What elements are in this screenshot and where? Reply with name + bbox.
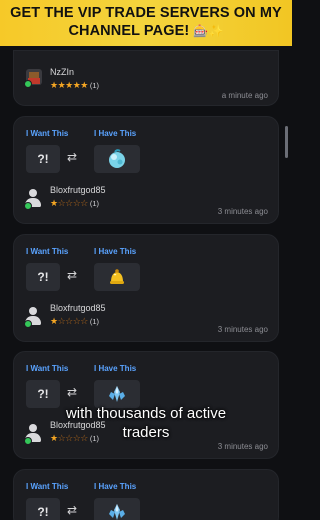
online-status-icon xyxy=(24,202,32,210)
trader-info[interactable]: Bloxfrutgod85 ★☆☆☆☆ (1) xyxy=(24,185,224,219)
rating-count: (1) xyxy=(89,199,100,208)
trade-card[interactable]: I Want This I Have This ?! ⇄ Bloxfrutgod… xyxy=(13,234,279,342)
rating-stars-filled: ★ xyxy=(50,198,58,208)
rating-stars: ★★★★★ xyxy=(50,80,88,90)
trader-username[interactable]: Bloxfrutgod85 xyxy=(50,303,106,313)
blue-orb-fruit-icon xyxy=(109,149,125,168)
rating-stars-empty: ☆☆☆☆ xyxy=(57,316,89,326)
ice-crystal-fruit-icon xyxy=(109,504,125,520)
trade-card[interactable]: I Want This I Have This ?! ⇄ xyxy=(13,469,279,520)
swap-arrows-icon: ⇄ xyxy=(67,385,78,399)
post-time: a minute ago xyxy=(221,91,268,100)
trader-username[interactable]: NzZIn xyxy=(50,67,74,77)
banner-line-2: CHANNEL PAGE! xyxy=(68,23,190,39)
want-item-slot[interactable]: ?! xyxy=(26,145,60,173)
want-label: I Want This xyxy=(26,364,69,373)
trader-username[interactable]: Bloxfrutgod85 xyxy=(50,185,106,195)
have-item-slot[interactable] xyxy=(94,145,140,173)
rating-count: (1) xyxy=(89,81,100,90)
have-item-slot[interactable] xyxy=(94,498,140,520)
have-item-slot[interactable] xyxy=(94,263,140,291)
post-time: 3 minutes ago xyxy=(217,442,268,451)
have-label: I Have This xyxy=(94,482,137,491)
ice-crystal-fruit-icon xyxy=(109,386,125,402)
want-label: I Want This xyxy=(26,482,69,491)
rating-stars-empty: ☆☆☆☆ xyxy=(57,198,89,208)
video-caption: with thousands of active traders xyxy=(0,404,292,442)
want-item-slot[interactable]: ?! xyxy=(26,498,60,520)
trader-info[interactable]: NzZIn ★★★★★ (1) xyxy=(24,67,224,101)
want-label: I Want This xyxy=(26,129,69,138)
swap-arrows-icon: ⇄ xyxy=(67,150,78,164)
avatar xyxy=(24,67,44,89)
have-label: I Have This xyxy=(94,247,137,256)
trader-info[interactable]: Bloxfrutgod85 ★☆☆☆☆ (1) xyxy=(24,303,224,337)
caption-line-1: with thousands of active xyxy=(65,405,227,422)
yellow-bell-fruit-icon xyxy=(110,269,124,284)
online-status-icon xyxy=(24,80,32,88)
post-time: 3 minutes ago xyxy=(217,325,268,334)
want-item-slot[interactable]: ?! xyxy=(26,263,60,291)
post-time: 3 minutes ago xyxy=(217,207,268,216)
default-avatar-icon xyxy=(29,307,37,315)
trader-rating: ★★★★★ (1) xyxy=(50,80,99,91)
want-label: I Want This xyxy=(26,247,69,256)
have-label: I Have This xyxy=(94,129,137,138)
avatar xyxy=(24,307,42,328)
trader-rating: ★☆☆☆☆ (1) xyxy=(50,198,99,209)
caption-line-2: traders xyxy=(122,424,170,441)
rating-stars-filled: ★ xyxy=(50,316,58,326)
trader-rating: ★☆☆☆☆ (1) xyxy=(50,316,99,327)
banner-line-1: GET THE VIP TRADE SERVERS ON MY xyxy=(10,5,282,21)
swap-arrows-icon: ⇄ xyxy=(67,268,78,282)
avatar xyxy=(24,189,42,210)
have-label: I Have This xyxy=(94,364,137,373)
online-status-icon xyxy=(24,320,32,328)
rating-count: (1) xyxy=(89,317,100,326)
trade-card-partial[interactable]: NzZIn ★★★★★ (1) a minute ago xyxy=(13,50,279,106)
default-avatar-icon xyxy=(29,189,37,197)
scrollbar-thumb[interactable] xyxy=(285,126,288,158)
banner-emoji: 🎰✨ xyxy=(193,24,224,38)
swap-arrows-icon: ⇄ xyxy=(67,503,78,517)
trade-card[interactable]: I Want This I Have This ?! ⇄ Bloxfrutgod… xyxy=(13,116,279,224)
promo-banner: GET THE VIP TRADE SERVERS ON MY CHANNEL … xyxy=(0,0,292,46)
